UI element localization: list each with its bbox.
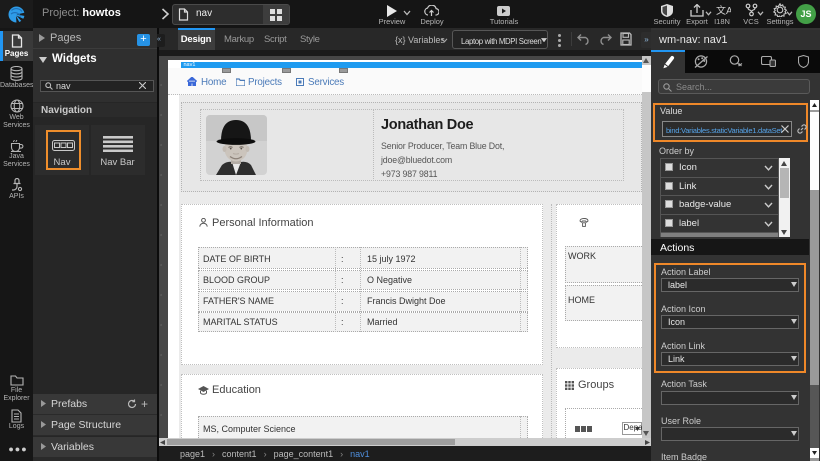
svg-text:文A: 文A bbox=[716, 4, 731, 17]
